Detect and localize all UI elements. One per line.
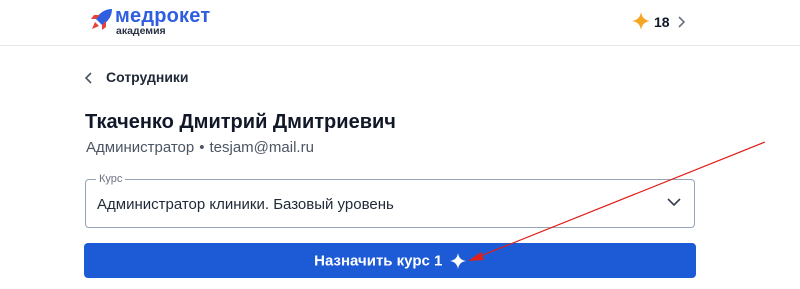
logo-name: медрокет: [115, 5, 211, 27]
assign-course-button[interactable]: Назначить курс 1: [84, 243, 696, 278]
course-select[interactable]: Курс Администратор клиники. Базовый уров…: [85, 172, 695, 228]
employee-meta: Администратор • tesjam@mail.ru: [86, 139, 314, 156]
sparkle-icon: [632, 12, 650, 30]
meta-separator: •: [199, 139, 205, 156]
course-select-label: Курс: [96, 172, 126, 186]
employee-email: tesjam@mail.ru: [209, 139, 314, 156]
employee-name: Ткаченко Дмитрий Дмитриевич: [85, 111, 396, 133]
bonus-count: 18: [654, 14, 670, 30]
medrocket-logo[interactable]: медрокет академия: [88, 4, 238, 40]
chevron-right-icon: [678, 16, 686, 28]
logo-subtitle: академия: [116, 25, 166, 37]
course-select-value: Администратор клиники. Базовый уровень: [97, 196, 394, 213]
employee-role: Администратор: [86, 139, 195, 156]
sparkle-icon: [449, 252, 466, 269]
chevron-down-icon: [667, 198, 681, 207]
chevron-left-icon: [84, 72, 92, 84]
rocket-icon: [91, 9, 112, 30]
back-link-label: Сотрудники: [106, 69, 189, 85]
assign-button-content: Назначить курс 1: [314, 252, 466, 270]
top-header: медрокет академия 18: [0, 0, 800, 46]
assign-button-label: Назначить курс 1: [314, 252, 443, 270]
